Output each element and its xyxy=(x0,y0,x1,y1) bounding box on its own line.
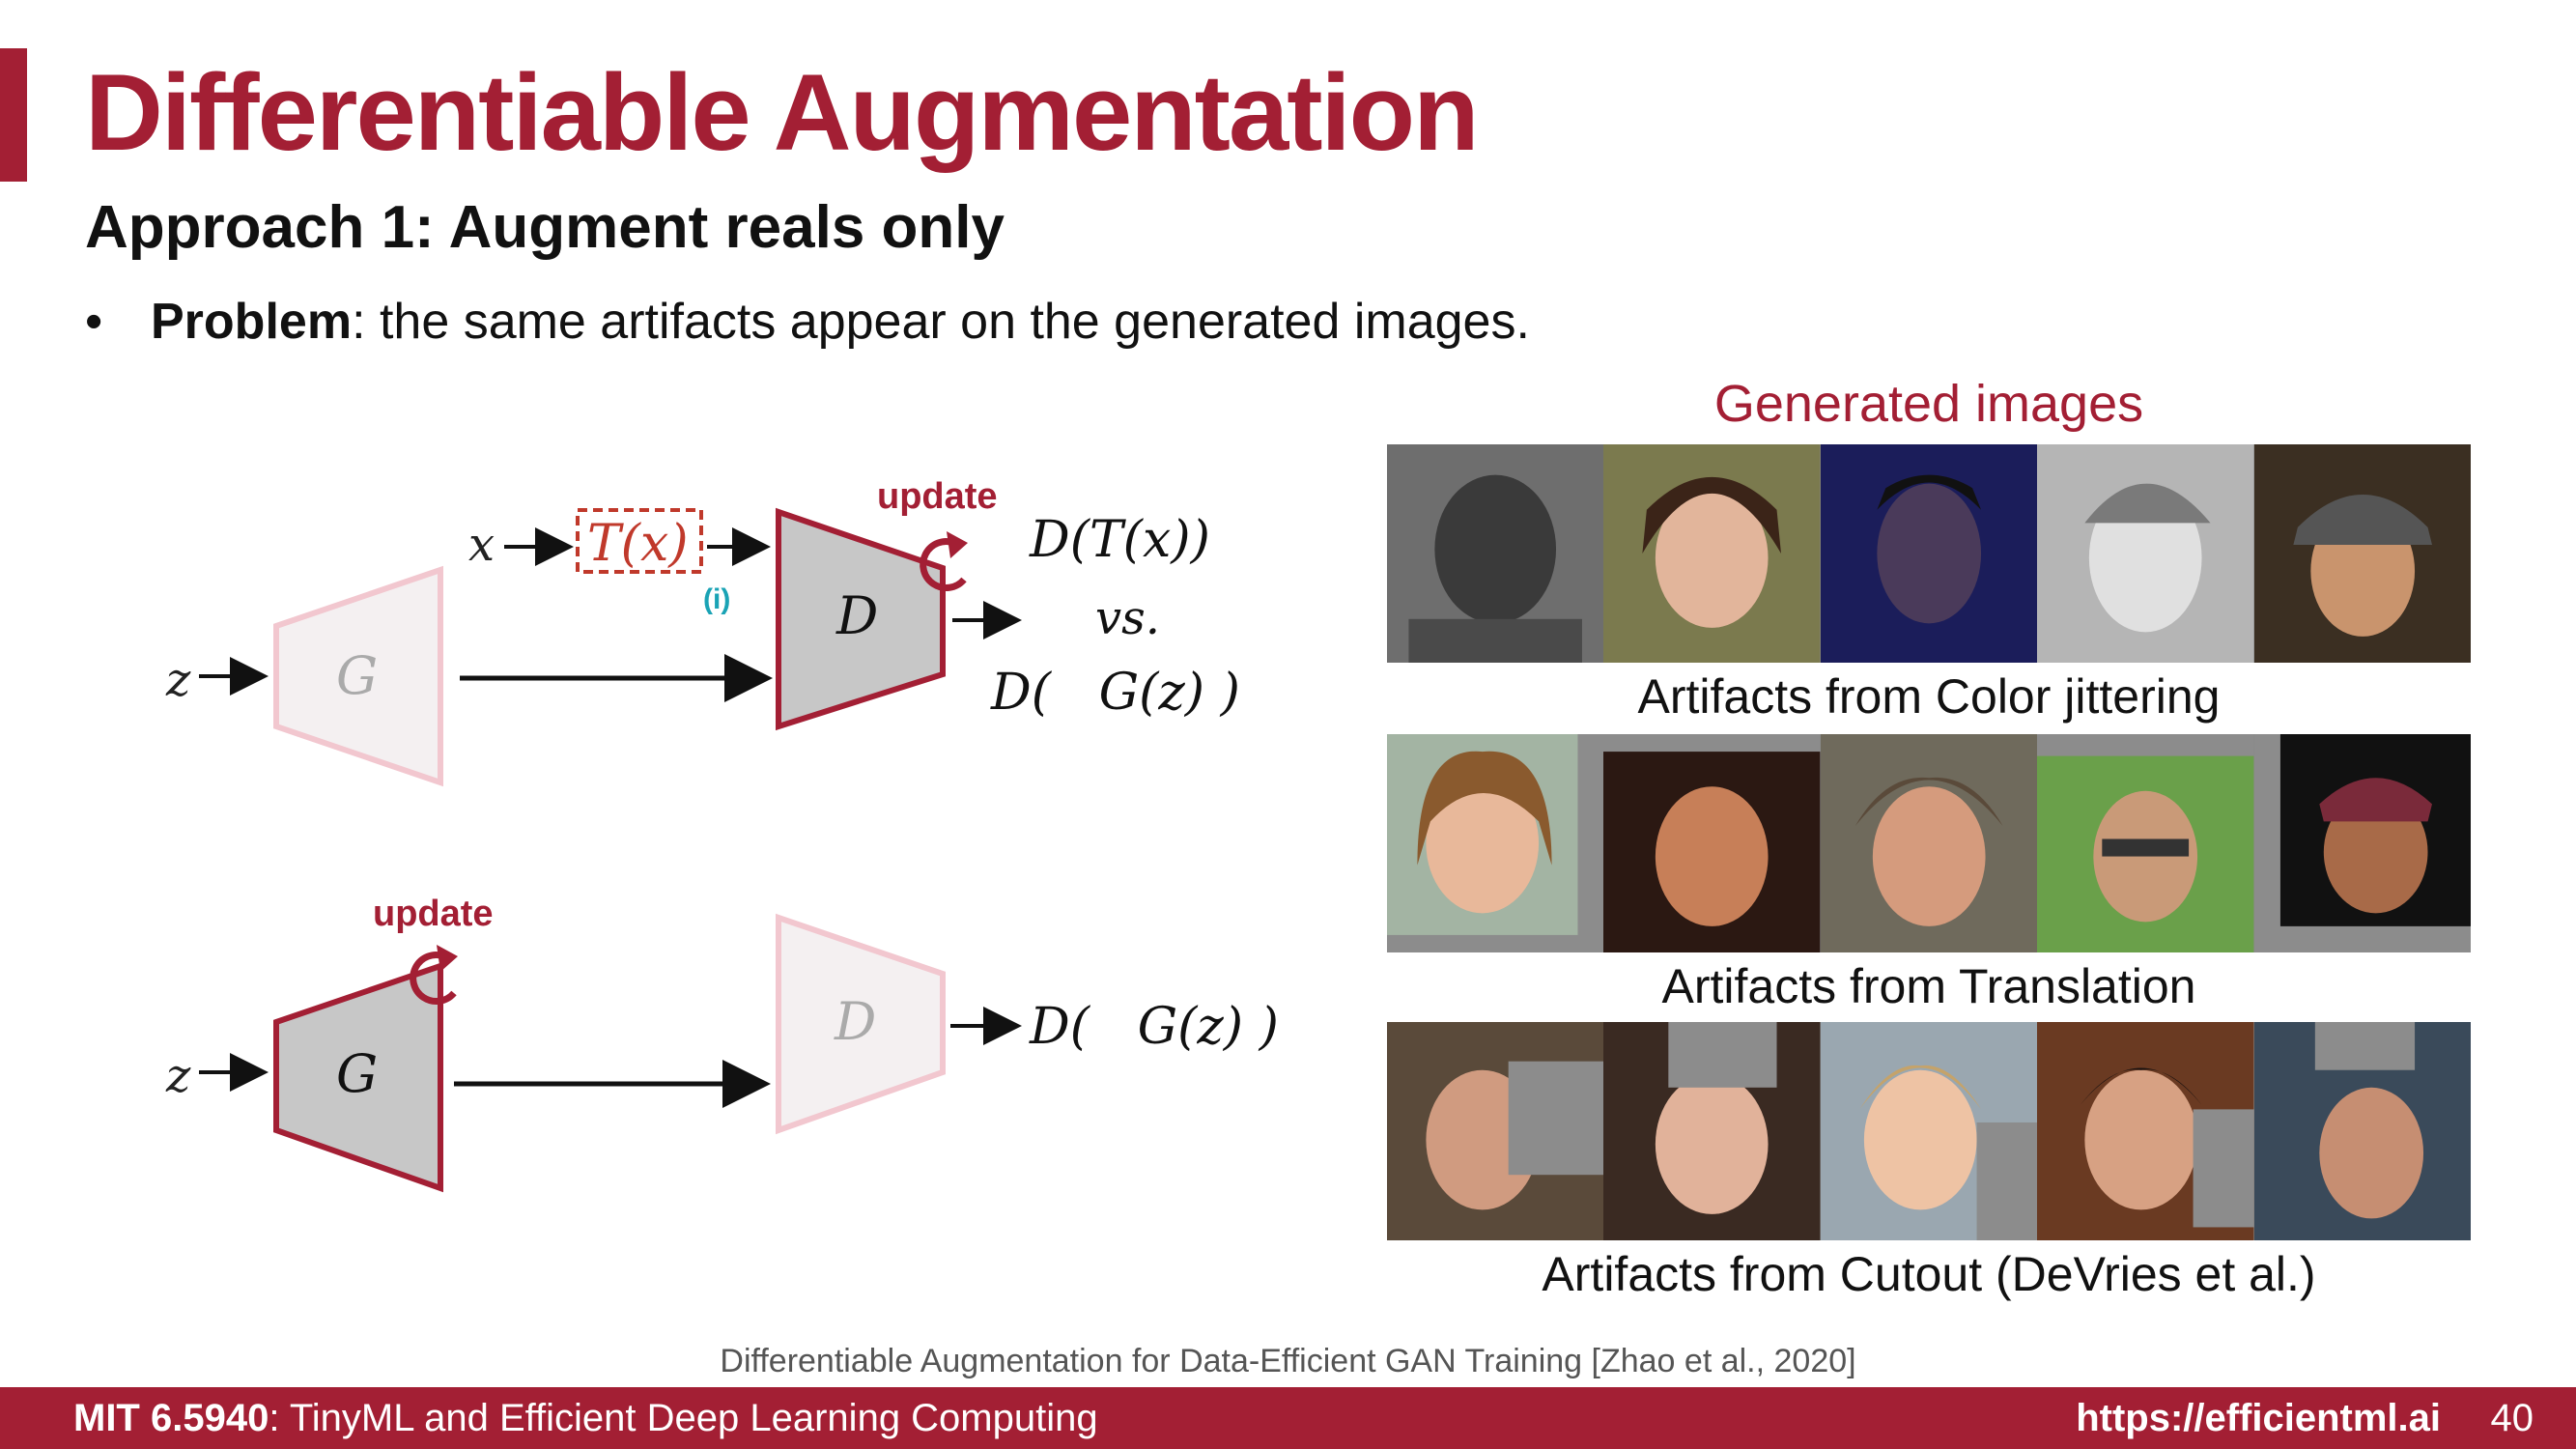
top-diagram: z G x T(x) (i) D update D(T(x)) vs. D( G… xyxy=(165,476,1240,787)
face-image xyxy=(2037,1022,2254,1240)
face-image xyxy=(1387,734,1604,952)
footer-course: MIT 6.5940: TinyML and Efficient Deep Le… xyxy=(73,1387,1098,1449)
face-image xyxy=(2253,444,2472,663)
top-output-fake: D( G(z) ) xyxy=(990,664,1240,722)
translation-image-row xyxy=(1387,734,2472,952)
top-output-real: D(T(x)) xyxy=(1029,511,1210,569)
bottom-d-label: D xyxy=(834,991,876,1052)
footer-bar: MIT 6.5940: TinyML and Efficient Deep Le… xyxy=(0,1387,2576,1449)
face-image xyxy=(2037,444,2254,663)
color-jitter-image-row xyxy=(1387,444,2472,663)
cutout-image-row xyxy=(1387,1022,2472,1240)
bullet-marker: • xyxy=(85,294,103,350)
footer-course-code: MIT 6.5940 xyxy=(73,1397,269,1439)
face-image xyxy=(2253,734,2472,952)
cutout-caption: Artifacts from Cutout (DeVries et al.) xyxy=(1542,1247,2316,1301)
top-d-label: D xyxy=(835,585,878,646)
face-image xyxy=(1820,1022,2038,1240)
slide-subtitle: Approach 1: Augment reals only xyxy=(85,194,1005,261)
face-image xyxy=(1603,734,1821,952)
translation-caption: Artifacts from Translation xyxy=(1661,959,2196,1013)
gan-diagram: z G x T(x) (i) D update D(T(x)) vs. D( G… xyxy=(165,476,1279,1193)
top-z-label: z xyxy=(165,653,191,707)
bottom-diagram: z G update D D( G(z) ) xyxy=(165,894,1279,1193)
face-image xyxy=(1820,444,2038,663)
title-accent-bar xyxy=(0,48,27,182)
bottom-g-label: G xyxy=(336,1043,378,1104)
footer-course-name: : TinyML and Efficient Deep Learning Com… xyxy=(269,1397,1098,1439)
footer-url[interactable]: https://efficientml.ai xyxy=(2076,1387,2441,1449)
augment-label: T(x) xyxy=(587,515,689,573)
bottom-update-label: update xyxy=(373,894,494,934)
face-image xyxy=(1603,444,1821,663)
color-jitter-caption: Artifacts from Color jittering xyxy=(1637,669,2221,724)
top-output-vs: vs. xyxy=(1095,591,1160,645)
face-image xyxy=(2037,734,2254,952)
page-number: 40 xyxy=(2490,1397,2534,1439)
face-image xyxy=(1387,1022,1604,1240)
top-g-label: G xyxy=(336,645,378,706)
face-image xyxy=(1387,444,1604,663)
citation: Differentiable Augmentation for Data-Eff… xyxy=(720,1343,1856,1379)
top-update-label: update xyxy=(877,476,998,517)
bottom-output-fake: D( G(z) ) xyxy=(1029,998,1279,1056)
face-image xyxy=(1603,1022,1821,1240)
slide-title: Differentiable Augmentation xyxy=(85,52,1479,173)
bullet-bold-term: Problem xyxy=(151,294,353,350)
generated-images-heading: Generated images xyxy=(1713,375,2144,433)
top-update-arrowhead-icon xyxy=(947,531,968,558)
info-tag: (i) xyxy=(703,583,730,615)
face-image xyxy=(2253,1022,2472,1240)
bottom-z-label: z xyxy=(165,1049,191,1103)
problem-bullet: • Problem: the same artifacts appear on t… xyxy=(85,288,1530,355)
top-x-label: x xyxy=(468,518,495,572)
face-image xyxy=(1820,734,2038,952)
bullet-text: : the same artifacts appear on the gener… xyxy=(352,294,1530,350)
